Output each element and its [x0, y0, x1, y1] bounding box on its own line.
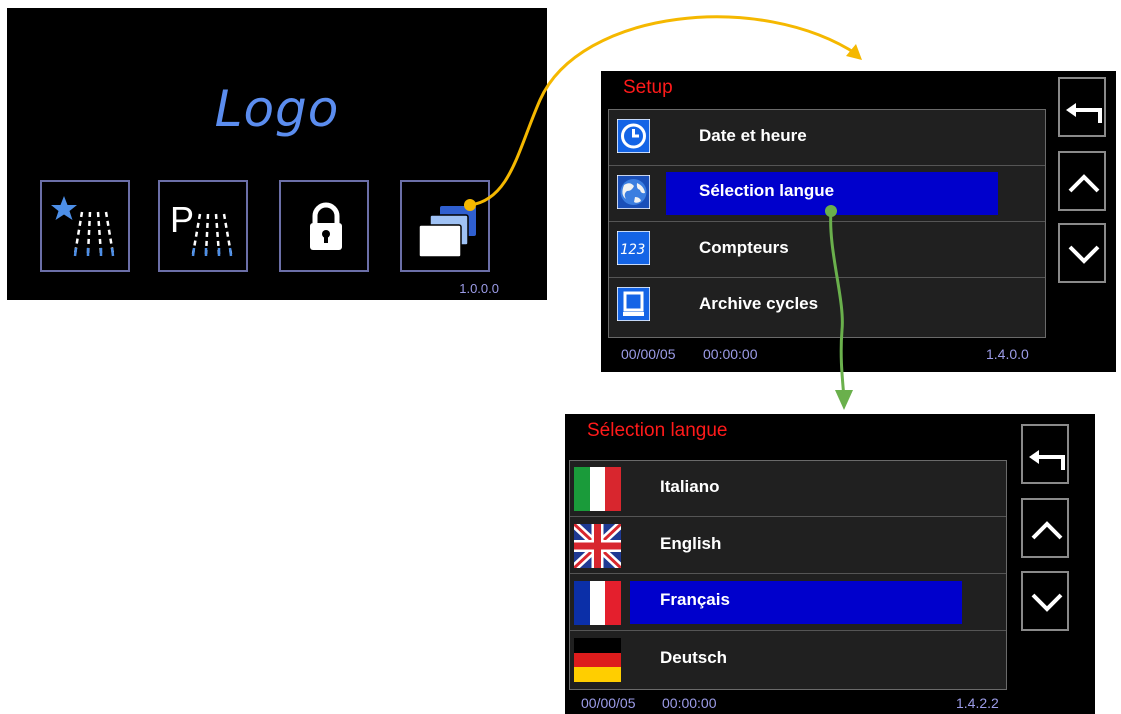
flow-connectors — [464, 15, 862, 410]
green-connector-arrow — [825, 205, 853, 410]
orange-connector-arrow — [464, 15, 862, 211]
